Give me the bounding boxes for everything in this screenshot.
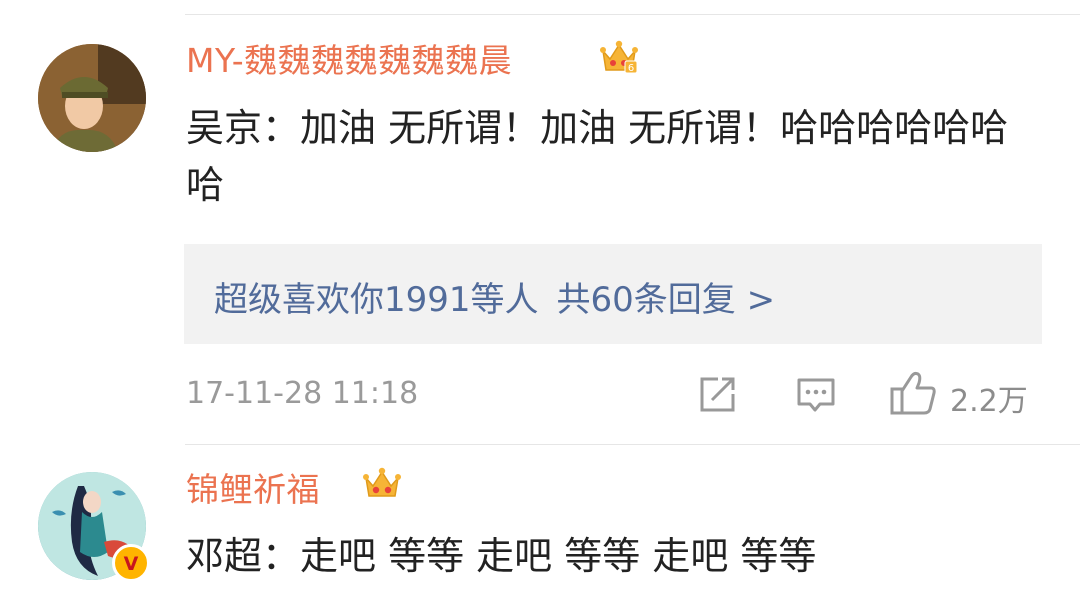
avatar[interactable] <box>38 44 146 152</box>
share-icon[interactable] <box>698 376 736 414</box>
timestamp: 17-11-28 11:18 <box>186 376 419 411</box>
comment-icon[interactable] <box>796 377 836 415</box>
thumbs-up-icon[interactable] <box>889 369 939 417</box>
verified-label: V <box>123 553 139 575</box>
crown-level-label: 6 <box>628 63 634 74</box>
comment-text: 邓超：走吧 等等 走吧 等等 走吧 等等 <box>186 534 817 578</box>
avatar-image <box>38 44 146 152</box>
crown-icon[interactable] <box>363 466 401 500</box>
replies-link[interactable]: 超级喜欢你1991等人 共60条回复 > <box>214 272 775 321</box>
replies-summary: 超级喜欢你1991等人 <box>214 280 539 320</box>
verified-v-badge-icon: V <box>112 544 150 582</box>
replies-preview[interactable]: 超级喜欢你1991等人 共60条回复 > <box>184 244 1042 344</box>
comment-text: 吴京：加油 无所谓！加油 无所谓！哈哈哈哈哈哈哈 <box>186 106 1009 207</box>
username[interactable]: MY-魏魏魏魏魏魏魏晨 <box>186 34 512 82</box>
like-count: 2.2万 <box>950 384 1028 419</box>
top-divider <box>185 14 1080 15</box>
replies-count: 共60条回复 > <box>556 280 776 320</box>
username[interactable]: 锦鲤祈福 <box>186 463 320 511</box>
crown-level-6-icon[interactable]: 6 <box>600 39 638 75</box>
comment-divider <box>185 444 1080 445</box>
